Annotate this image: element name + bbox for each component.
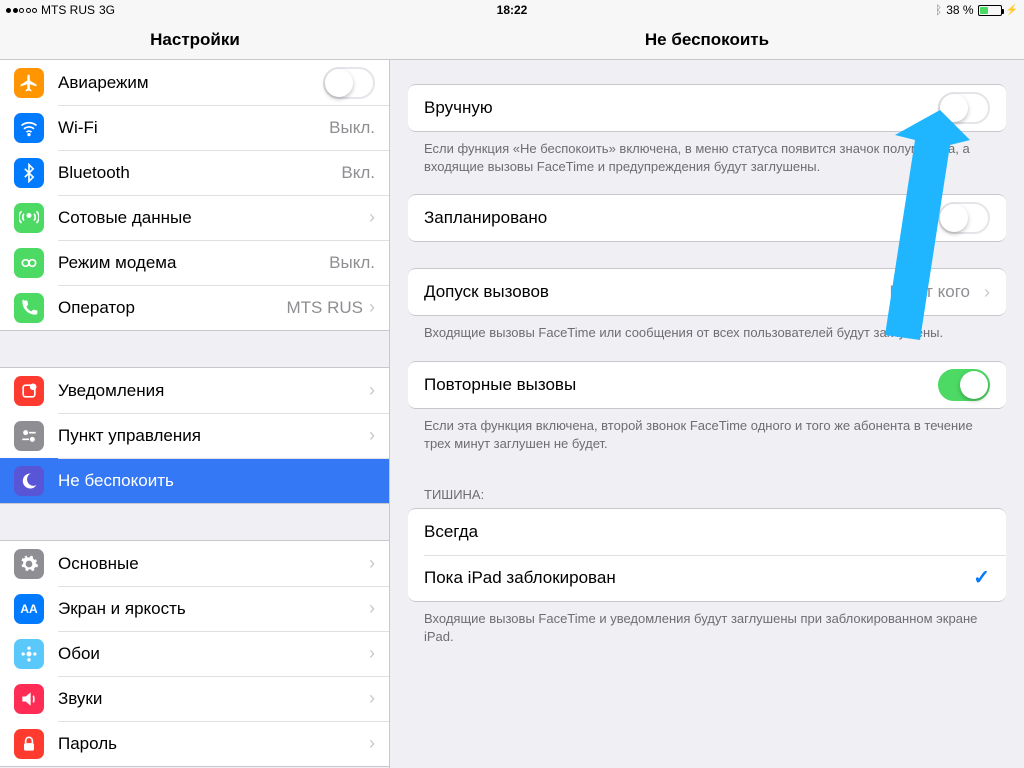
- network-label: 3G: [99, 3, 115, 17]
- silence-locked-label: Пока iPad заблокирован: [424, 568, 973, 588]
- chevron-right-icon: ›: [369, 297, 375, 318]
- battery-pct: 38 %: [946, 3, 973, 17]
- sidebar-item-carrier[interactable]: Оператор MTS RUS ›: [0, 285, 389, 330]
- sidebar-item-sounds[interactable]: Звуки ›: [0, 676, 389, 721]
- sidebar-item-bluetooth[interactable]: Bluetooth Вкл.: [0, 150, 389, 195]
- silence-locked-row[interactable]: Пока iPad заблокирован ✓: [408, 555, 1006, 601]
- wallpaper-icon: [14, 639, 44, 669]
- manual-switch[interactable]: [938, 92, 990, 124]
- detail-title: Не беспокоить: [390, 20, 1024, 59]
- row-value: MTS RUS: [287, 298, 364, 318]
- charging-icon: ⚡: [1006, 5, 1018, 16]
- carrier-label: MTS RUS: [41, 3, 95, 17]
- sidebar-item-display[interactable]: AA Экран и яркость ›: [0, 586, 389, 631]
- row-value: Выкл.: [329, 118, 375, 138]
- sidebar-item-dnd[interactable]: Не беспокоить: [0, 458, 389, 503]
- sidebar-item-controlcenter[interactable]: Пункт управления ›: [0, 413, 389, 458]
- clock: 18:22: [497, 3, 528, 17]
- chevron-right-icon: ›: [369, 380, 375, 401]
- row-label: Пункт управления: [58, 426, 363, 446]
- chevron-right-icon: ›: [369, 207, 375, 228]
- bluetooth-status-icon: ᛒ: [935, 3, 942, 17]
- sidebar-item-notifications[interactable]: Уведомления ›: [0, 368, 389, 413]
- sidebar-item-passcode[interactable]: Пароль ›: [0, 721, 389, 766]
- repeated-switch[interactable]: [938, 369, 990, 401]
- airplane-icon: [14, 68, 44, 98]
- chevron-right-icon: ›: [369, 425, 375, 446]
- bluetooth-icon: [14, 158, 44, 188]
- notifications-icon: [14, 376, 44, 406]
- silence-always-row[interactable]: Всегда: [408, 509, 1006, 555]
- allow-calls-row[interactable]: Допуск вызовов Ни от кого ›: [408, 269, 1006, 315]
- gear-icon: [14, 549, 44, 579]
- airplane-switch[interactable]: [323, 67, 375, 99]
- phone-icon: [14, 293, 44, 323]
- row-label: Режим модема: [58, 253, 329, 273]
- signal-dots-icon: [6, 8, 37, 13]
- sidebar-item-airplane[interactable]: Авиарежим: [0, 60, 389, 105]
- checkmark-icon: ✓: [973, 565, 990, 590]
- chevron-right-icon: ›: [984, 282, 990, 303]
- silence-footer: Входящие вызовы FaceTime и уведомления б…: [390, 602, 1024, 664]
- row-label: Звуки: [58, 689, 363, 709]
- scheduled-label: Запланировано: [424, 208, 938, 228]
- sidebar-title: Настройки: [0, 20, 390, 59]
- row-label: Wi-Fi: [58, 118, 329, 138]
- sound-icon: [14, 684, 44, 714]
- allow-calls-label: Допуск вызовов: [424, 282, 890, 302]
- row-label: Уведомления: [58, 381, 363, 401]
- sidebar-item-wallpaper[interactable]: Обои ›: [0, 631, 389, 676]
- silence-header: ТИШИНА:: [390, 471, 1024, 508]
- row-label: Авиарежим: [58, 73, 323, 93]
- sidebar-item-hotspot[interactable]: Режим модема Выкл.: [0, 240, 389, 285]
- silence-always-label: Всегда: [424, 522, 990, 542]
- battery-icon: [978, 5, 1002, 16]
- allow-calls-value: Ни от кого: [890, 282, 970, 302]
- detail-pane: Вручную Если функция «Не беспокоить» вкл…: [390, 60, 1024, 768]
- moon-icon: [14, 466, 44, 496]
- sidebar-item-cellular[interactable]: Сотовые данные ›: [0, 195, 389, 240]
- lock-icon: [14, 729, 44, 759]
- manual-footer: Если функция «Не беспокоить» включена, в…: [390, 132, 1024, 194]
- row-label: Основные: [58, 554, 363, 574]
- row-label: Оператор: [58, 298, 287, 318]
- wifi-icon: [14, 113, 44, 143]
- chevron-right-icon: ›: [369, 553, 375, 574]
- scheduled-switch[interactable]: [938, 202, 990, 234]
- scheduled-row[interactable]: Запланировано: [408, 195, 1006, 241]
- row-label: Обои: [58, 644, 363, 664]
- chevron-right-icon: ›: [369, 643, 375, 664]
- row-value: Выкл.: [329, 253, 375, 273]
- allow-calls-footer: Входящие вызовы FaceTime или сообщения о…: [390, 316, 1024, 360]
- row-value: Вкл.: [341, 163, 375, 183]
- repeated-row[interactable]: Повторные вызовы: [408, 362, 1006, 408]
- chevron-right-icon: ›: [369, 733, 375, 754]
- row-label: Экран и яркость: [58, 599, 363, 619]
- manual-label: Вручную: [424, 98, 938, 118]
- sidebar-item-general[interactable]: Основные ›: [0, 541, 389, 586]
- antenna-icon: [14, 203, 44, 233]
- row-label: Bluetooth: [58, 163, 341, 183]
- row-label: Сотовые данные: [58, 208, 363, 228]
- chevron-right-icon: ›: [369, 598, 375, 619]
- row-label: Не беспокоить: [58, 471, 375, 491]
- manual-row[interactable]: Вручную: [408, 85, 1006, 131]
- repeated-label: Повторные вызовы: [424, 375, 938, 395]
- display-icon: AA: [14, 594, 44, 624]
- sidebar-item-wifi[interactable]: Wi-Fi Выкл.: [0, 105, 389, 150]
- hotspot-icon: [14, 248, 44, 278]
- row-label: Пароль: [58, 734, 363, 754]
- control-center-icon: [14, 421, 44, 451]
- nav-bar: Настройки Не беспокоить: [0, 20, 1024, 60]
- repeated-footer: Если эта функция включена, второй звонок…: [390, 409, 1024, 471]
- status-bar: MTS RUS 3G 18:22 ᛒ 38 % ⚡: [0, 0, 1024, 20]
- settings-sidebar[interactable]: Авиарежим Wi-Fi Выкл. Bluetooth Вкл.: [0, 60, 390, 768]
- chevron-right-icon: ›: [369, 688, 375, 709]
